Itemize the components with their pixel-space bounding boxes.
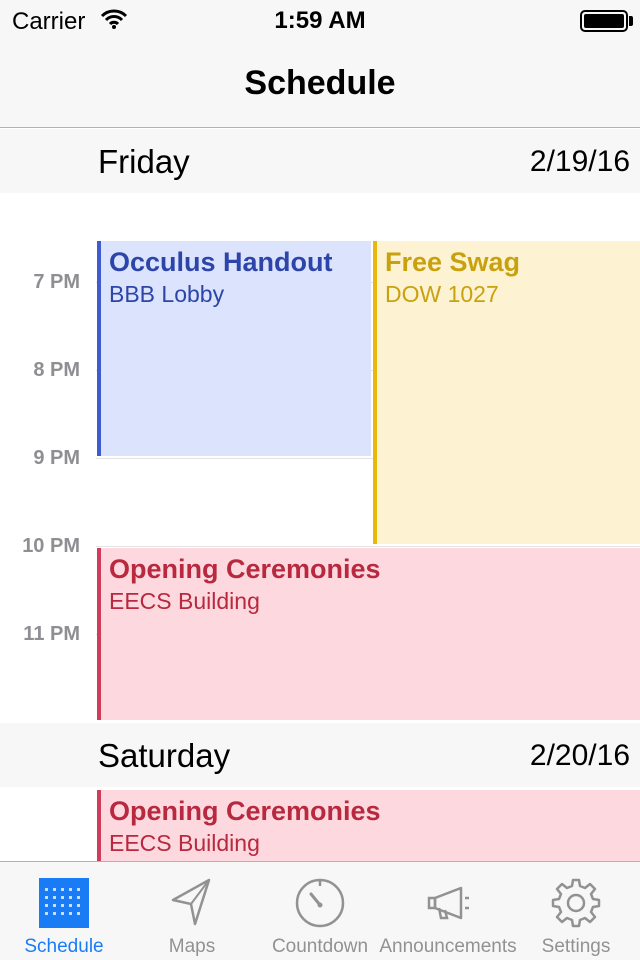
navigation-bar: Schedule	[0, 40, 640, 128]
status-time: 1:59 AM	[274, 7, 366, 34]
gear-icon	[551, 878, 601, 928]
event-location: BBB Lobby	[109, 281, 225, 307]
day-date: 2/20/16	[529, 739, 630, 772]
calendar-grid-icon	[39, 878, 89, 928]
day-date: 2/19/16	[529, 145, 630, 178]
battery-icon	[580, 10, 628, 32]
time-label: 10 PM	[22, 535, 80, 557]
day-header-saturday: Saturday 2/20/16	[0, 723, 640, 787]
event-occulus-handout[interactable]: Occulus Handout BBB Lobby	[97, 241, 371, 456]
day-name: Friday	[98, 143, 190, 180]
gridline	[96, 546, 640, 547]
event-title: Opening Ceremonies	[109, 796, 381, 826]
page-title: Schedule	[244, 64, 396, 102]
time-label: 11 PM	[23, 623, 80, 645]
event-opening-ceremonies[interactable]: Opening Ceremonies EECS Building	[97, 548, 640, 720]
battery-cap	[629, 16, 633, 26]
event-location: EECS Building	[109, 830, 260, 856]
event-opening-ceremonies-saturday[interactable]: Opening Ceremonies EECS Building	[97, 790, 640, 862]
event-free-swag[interactable]: Free Swag DOW 1027	[373, 241, 640, 544]
tab-label: Settings	[541, 936, 611, 957]
status-bar: Carrier 1:59 AM	[0, 0, 640, 40]
event-title: Free Swag	[385, 247, 521, 277]
event-location: DOW 1027	[385, 281, 499, 307]
event-title: Occulus Handout	[109, 247, 333, 277]
day-name: Saturday	[98, 737, 231, 774]
time-label: 9 PM	[33, 447, 80, 469]
location-arrow-icon	[171, 878, 211, 926]
event-title: Opening Ceremonies	[109, 554, 381, 584]
time-label: 7 PM	[33, 271, 80, 293]
timer-icon	[295, 878, 345, 928]
time-label: 8 PM	[33, 359, 80, 381]
tab-settings[interactable]: Settings	[512, 862, 640, 960]
event-location: EECS Building	[109, 588, 260, 614]
megaphone-icon	[427, 886, 469, 920]
tab-bar: Schedule Maps Countdown Announcements Se…	[0, 861, 640, 960]
day-header-friday: Friday 2/19/16	[0, 129, 640, 193]
